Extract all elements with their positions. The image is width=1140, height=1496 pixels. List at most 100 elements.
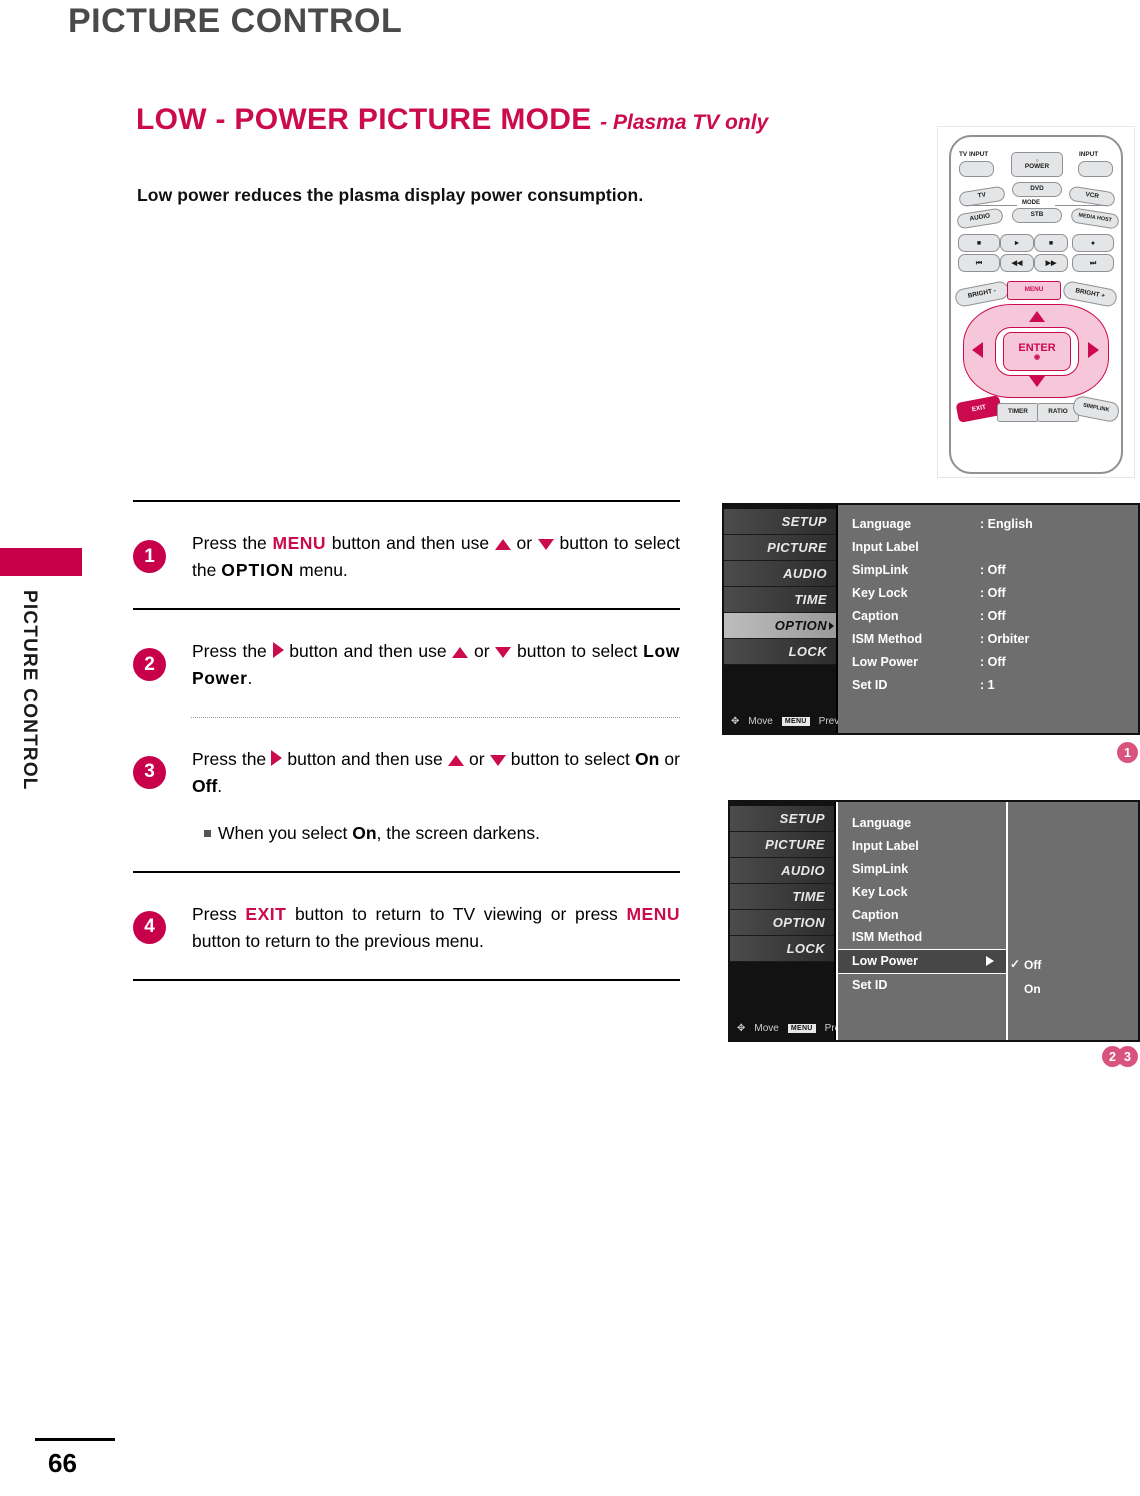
- remote-next-track-button[interactable]: ⏭: [1072, 254, 1114, 272]
- step-3-note-t2: , the screen darkens.: [376, 822, 540, 843]
- osd2-option-on[interactable]: On: [1024, 982, 1041, 996]
- osd1-row-key-lock-label: Key Lock: [852, 585, 908, 600]
- osd1-row-low-power[interactable]: Low Power: Off: [838, 650, 1138, 673]
- osd1-row-input-label[interactable]: Input Label: [838, 535, 1138, 558]
- right-arrow-icon: [271, 749, 283, 766]
- osd2-menu-setup-label: SETUP: [779, 811, 825, 826]
- step-1-t1: Press the: [192, 533, 273, 553]
- osd1-menu-picture[interactable]: PICTURE: [724, 535, 836, 561]
- step-3-on-keyword: On: [635, 748, 660, 769]
- up-arrow-icon: [452, 647, 469, 659]
- remote-fast-forward-button[interactable]: ▶▶: [1034, 254, 1068, 272]
- down-arrow-icon: [495, 647, 512, 659]
- osd1-row-ism-method[interactable]: ISM Method: Orbiter: [838, 627, 1138, 650]
- osd1-row-language[interactable]: Language: English: [838, 512, 1138, 535]
- osd1-row-caption-value: : Off: [980, 608, 1006, 623]
- osd1-row-set-id[interactable]: Set ID : 1: [838, 673, 1138, 696]
- osd2-option-list: Language Input Label SimpLink Key Lock C…: [836, 802, 1008, 1040]
- osd1-row-set-id-label: Set ID: [852, 677, 888, 692]
- remote-tv-input-button[interactable]: [959, 161, 994, 177]
- remote-mode-label: MODE: [1022, 200, 1040, 206]
- osd2-menu-chip: MENU: [787, 1024, 816, 1033]
- osd2-row-low-power[interactable]: Low Power: [838, 948, 1006, 974]
- osd2-footer: ✥ Move MENU Prev: [737, 1023, 845, 1034]
- remote-stb-button[interactable]: STB: [1012, 208, 1062, 223]
- remote-exit-button[interactable]: EXIT: [955, 394, 1003, 424]
- side-tab-label: PICTURE CONTROL: [19, 590, 40, 791]
- remote-up-arrow-icon[interactable]: [1029, 311, 1045, 322]
- osd1-menu-audio-label: AUDIO: [783, 566, 827, 581]
- step-2-t5: .: [247, 668, 253, 689]
- osd2-row-caption-label: Caption: [852, 907, 899, 922]
- remote-prev-track-button[interactable]: ⏮: [958, 254, 1000, 272]
- osd2-row-language-label: Language: [852, 816, 912, 831]
- osd2-menu-time[interactable]: TIME: [730, 884, 834, 910]
- step-2-t3: or: [468, 641, 496, 662]
- step-3-text: Press the button and then use or button …: [192, 746, 680, 847]
- osd1-row-key-lock-value: : Off: [980, 585, 1006, 600]
- remote-power-button[interactable]: ○ POWER: [1011, 152, 1063, 177]
- osd2-row-key-lock[interactable]: Key Lock: [838, 880, 1006, 903]
- osd2-row-simplink[interactable]: SimpLink: [838, 858, 1006, 881]
- osd1-row-key-lock[interactable]: Key Lock : Off: [838, 581, 1138, 604]
- osd2-menu-option[interactable]: OPTION: [730, 910, 834, 936]
- osd2-menu-audio[interactable]: AUDIO: [730, 858, 834, 884]
- osd2-menu-picture[interactable]: PICTURE: [730, 832, 834, 858]
- remote-left-arrow-icon[interactable]: [972, 342, 983, 358]
- osd2-row-set-id[interactable]: Set ID: [838, 974, 1006, 997]
- remote-tv-label: TV: [977, 191, 987, 200]
- remote-stop-button[interactable]: ■: [1034, 234, 1068, 252]
- step-4-text: Press EXIT button to return to TV viewin…: [192, 901, 680, 955]
- osd1-menu-time[interactable]: TIME: [724, 587, 836, 613]
- osd1-menu-picture-label: PICTURE: [767, 540, 827, 555]
- remote-audio-button[interactable]: AUDIO: [956, 207, 1004, 230]
- osd1-menu-audio[interactable]: AUDIO: [724, 561, 836, 587]
- section-title: LOW - POWER PICTURE MODE - Plasma TV onl…: [136, 103, 768, 137]
- remote-input-label: INPUT: [1079, 151, 1099, 158]
- osd2-option-on-label: On: [1024, 982, 1041, 996]
- osd1-row-simplink-value: : Off: [980, 562, 1006, 577]
- remote-down-arrow-icon[interactable]: [1029, 376, 1045, 387]
- remote-play-button[interactable]: ►: [1000, 234, 1034, 252]
- osd1-row-set-id-value: : 1: [980, 677, 995, 692]
- move-dpad-icon: ✥: [731, 716, 740, 727]
- osd1-menu-time-label: TIME: [794, 592, 827, 607]
- step-3: 3 Press the button and then use or butto…: [133, 718, 680, 871]
- osd1-menu-setup[interactable]: SETUP: [724, 509, 836, 535]
- remote-dvd-button[interactable]: DVD: [1012, 182, 1062, 197]
- remote-timer-button[interactable]: TIMER: [997, 403, 1039, 422]
- remote-input-button[interactable]: [1078, 161, 1113, 177]
- osd2-side-items: SETUP PICTURE AUDIO TIME OPTION LOCK: [730, 802, 834, 962]
- step-3-t3: or: [463, 748, 490, 769]
- osd1-menu-option-label: OPTION: [774, 618, 827, 633]
- remote-stb-label: STB: [1030, 211, 1044, 219]
- osd2-row-language[interactable]: Language: [838, 812, 1006, 835]
- intro-text: Low power reduces the plasma display pow…: [137, 185, 644, 205]
- remote-right-arrow-icon[interactable]: [1088, 342, 1099, 358]
- osd2-menu-lock[interactable]: LOCK: [730, 936, 834, 962]
- remote-timer-label: TIMER: [1008, 408, 1028, 416]
- remote-enter-label: ENTER: [1018, 341, 1056, 354]
- remote-rewind-button[interactable]: ◀◀: [1000, 254, 1034, 272]
- remote-menu-button[interactable]: MENU: [1007, 281, 1061, 300]
- step-4-t1: Press: [192, 903, 246, 924]
- osd1-row-caption[interactable]: Caption: Off: [838, 604, 1138, 627]
- osd1-row-simplink[interactable]: SimpLink: Off: [838, 558, 1138, 581]
- osd2-menu-setup[interactable]: SETUP: [730, 806, 834, 832]
- osd1-move-label: Move: [748, 716, 773, 727]
- footer-rule: [35, 1438, 115, 1441]
- remote-stop-left-button[interactable]: ■: [958, 234, 1000, 252]
- osd1-menu-lock[interactable]: LOCK: [724, 639, 836, 665]
- step-1-t5: menu.: [294, 560, 348, 581]
- remote-enter-button[interactable]: ENTER ◉: [1003, 332, 1071, 371]
- osd2-row-input-label[interactable]: Input Label: [838, 835, 1006, 858]
- osd2-row-caption[interactable]: Caption: [838, 903, 1006, 926]
- remote-record-button[interactable]: ●: [1072, 234, 1114, 252]
- osd2-row-ism-method[interactable]: ISM Method: [838, 926, 1006, 949]
- remote-bright-minus-label: BRIGHT -: [967, 287, 997, 300]
- section-title-main: LOW - POWER PICTURE MODE: [136, 103, 592, 136]
- osd2-option-off[interactable]: ✓ Off: [1010, 957, 1041, 972]
- osd1-prev-label: Prev: [818, 716, 840, 727]
- osd1-menu-option[interactable]: OPTION: [724, 613, 836, 639]
- remote-media-host-button[interactable]: MEDIA HOST: [1070, 207, 1120, 230]
